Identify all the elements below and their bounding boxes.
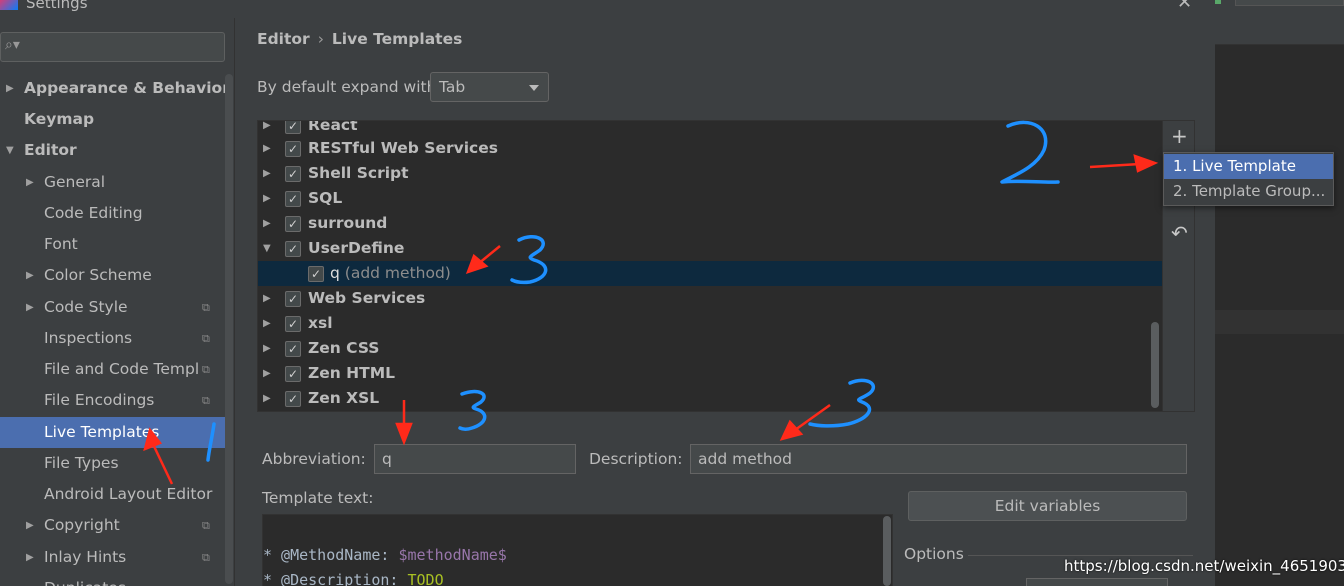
annotation-arrow — [1089, 162, 1141, 169]
annotation-arrowhead — [779, 419, 804, 441]
annotation-numbers — [206, 120, 1060, 462]
annotation-number — [510, 235, 548, 285]
annotation-arrow — [150, 441, 174, 485]
annotation-overlay — [143, 120, 1159, 485]
annotation-arrows — [143, 154, 1159, 485]
annotation-number — [458, 389, 487, 431]
annotation-number — [206, 422, 216, 462]
annotation-arrowhead — [1133, 154, 1159, 173]
annotation-arrowhead — [395, 422, 413, 446]
annotation-number — [808, 378, 876, 428]
watermark: https://blog.csdn.net/weixin_46519031 — [1064, 557, 1344, 575]
annotation-number — [1000, 120, 1060, 184]
annotation-arrowhead — [143, 427, 162, 452]
